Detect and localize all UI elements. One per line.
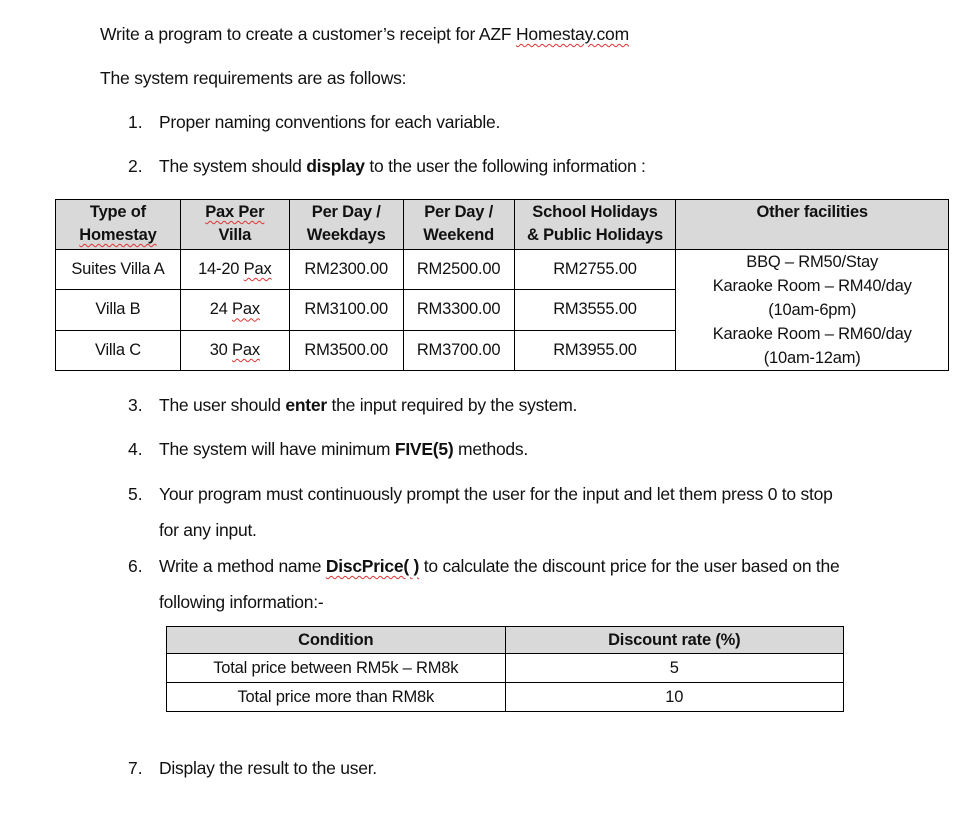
cell-pax: 24 Pax xyxy=(179,289,290,331)
cell-rate: 5 xyxy=(504,653,844,683)
header-weekend: Per Day / Weekend xyxy=(402,199,515,250)
cell-weekend: RM2500.00 xyxy=(402,248,515,291)
item-number: 6. xyxy=(128,556,143,576)
facility-line: BBQ – RM50/Stay xyxy=(746,253,879,271)
cell-type: Suites Villa A xyxy=(55,248,181,291)
text-bold: enter xyxy=(285,395,327,415)
intro-line-1: Write a program to create a customer’s r… xyxy=(100,24,629,45)
facility-line: (10am-6pm) xyxy=(768,301,857,319)
text-bold: FIVE(5) xyxy=(394,439,454,459)
item-text: The user should enter the input required… xyxy=(159,395,577,416)
item-number: 3. xyxy=(128,395,143,415)
pax-unit: Pax xyxy=(232,340,260,359)
cell-weekday: RM3100.00 xyxy=(288,289,404,331)
item-text: The system should display to the user th… xyxy=(159,156,646,177)
cell-condition: Total price between RM5k – RM8k xyxy=(166,653,506,683)
text-bold: display xyxy=(306,156,365,176)
header-text: Villa xyxy=(218,226,252,244)
item-number: 7. xyxy=(128,758,143,778)
discount-table-header-row: Condition Discount rate (%) xyxy=(166,626,844,654)
text-post: the input required by the system. xyxy=(326,395,578,415)
facility-line: Karaoke Room – RM40/day xyxy=(712,277,912,295)
cell-pax: 30 Pax xyxy=(179,329,290,372)
method-name: DiscPrice( ) xyxy=(325,556,420,576)
text-post: to the user the following information : xyxy=(364,156,646,176)
intro-text: Write a program to create a customer’s r… xyxy=(100,24,516,44)
cell-facilities: BBQ – RM50/Stay Karaoke Room – RM40/day … xyxy=(675,249,949,371)
header-text: Type of xyxy=(89,203,146,221)
item-text-line-1: Your program must continuously prompt th… xyxy=(159,484,833,504)
cell-pax: 14-20 Pax xyxy=(179,248,290,291)
header-text: Weekdays xyxy=(306,226,386,244)
header-text: Per Day / xyxy=(424,203,494,221)
cell-type: Villa B xyxy=(55,289,181,331)
text-pre: The system should xyxy=(159,156,307,176)
header-text: Pax Per xyxy=(205,203,265,221)
item-text: Proper naming conventions for each varia… xyxy=(159,112,501,132)
item-text: Display the result to the user. xyxy=(159,758,377,778)
item-text-line-2: following information:- xyxy=(159,592,324,612)
table-row: Total price more than RM8k 10 xyxy=(166,682,844,712)
pax-number: 30 xyxy=(209,340,233,359)
cell-condition: Total price more than RM8k xyxy=(166,682,506,712)
item-number: 4. xyxy=(128,439,143,459)
pax-unit: Pax xyxy=(243,260,272,279)
header-text: Homestay xyxy=(79,226,157,244)
item-number: 1. xyxy=(128,112,143,132)
cell-holiday: RM3555.00 xyxy=(513,289,677,331)
header-text: Per Day / xyxy=(311,203,381,221)
text-pre: The user should xyxy=(159,395,286,415)
header-condition: Condition xyxy=(166,626,506,654)
price-table: Type of Homestay Pax Per Villa Per Day / We… xyxy=(55,199,949,372)
header-weekday: Per Day / Weekdays xyxy=(288,199,404,250)
header-type: Type of Homestay xyxy=(55,199,181,250)
cell-holiday: RM2755.00 xyxy=(513,248,677,291)
header-text: Weekend xyxy=(423,226,494,244)
text-post: to calculate the discount price for the … xyxy=(419,556,840,576)
text-post: methods. xyxy=(453,439,529,459)
header-holiday: School Holidays & Public Holidays xyxy=(513,199,677,250)
header-facilities: Other facilities xyxy=(675,199,949,250)
header-text: & Public Holidays xyxy=(527,226,663,244)
site-name: Homestay.com xyxy=(515,24,629,44)
header-pax: Pax Per Villa xyxy=(179,199,290,250)
price-table-header-row: Type of Homestay Pax Per Villa Per Day / We… xyxy=(55,199,949,250)
cell-weekend: RM3700.00 xyxy=(402,329,515,372)
cell-type: Villa C xyxy=(55,329,181,372)
item-text-line-1: Write a method name DiscPrice( ) to calc… xyxy=(159,556,840,577)
table-row: Total price between RM5k – RM8k 5 xyxy=(166,653,844,683)
cell-weekend: RM3300.00 xyxy=(402,289,515,331)
cell-holiday: RM3955.00 xyxy=(513,329,677,372)
cell-rate: 10 xyxy=(504,682,844,712)
pax-number: 24 xyxy=(209,300,233,319)
cell-weekday: RM2300.00 xyxy=(288,248,404,291)
header-text: Other facilities xyxy=(756,203,868,221)
intro-line-2: The system requirements are as follows: xyxy=(100,68,407,88)
text-pre: Write a method name xyxy=(159,556,326,576)
table-row: Suites Villa A 14-20 Pax RM2300.00 RM250… xyxy=(55,248,949,371)
item-number: 2. xyxy=(128,156,143,176)
item-text: The system will have minimum FIVE(5) met… xyxy=(159,439,528,460)
cell-weekday: RM3500.00 xyxy=(288,329,404,372)
pax-unit: Pax xyxy=(232,300,260,319)
item-text-line-2: for any input. xyxy=(159,520,257,540)
text-pre: The system will have minimum xyxy=(159,439,395,459)
header-text: School Holidays xyxy=(532,203,658,221)
discount-table: Condition Discount rate (%) Total price … xyxy=(166,626,844,712)
pax-number: 14-20 xyxy=(198,260,244,279)
item-number: 5. xyxy=(128,484,143,504)
header-discount-rate: Discount rate (%) xyxy=(504,626,844,654)
facility-line: (10am-12am) xyxy=(763,349,861,367)
facility-line: Karaoke Room – RM60/day xyxy=(712,325,912,343)
